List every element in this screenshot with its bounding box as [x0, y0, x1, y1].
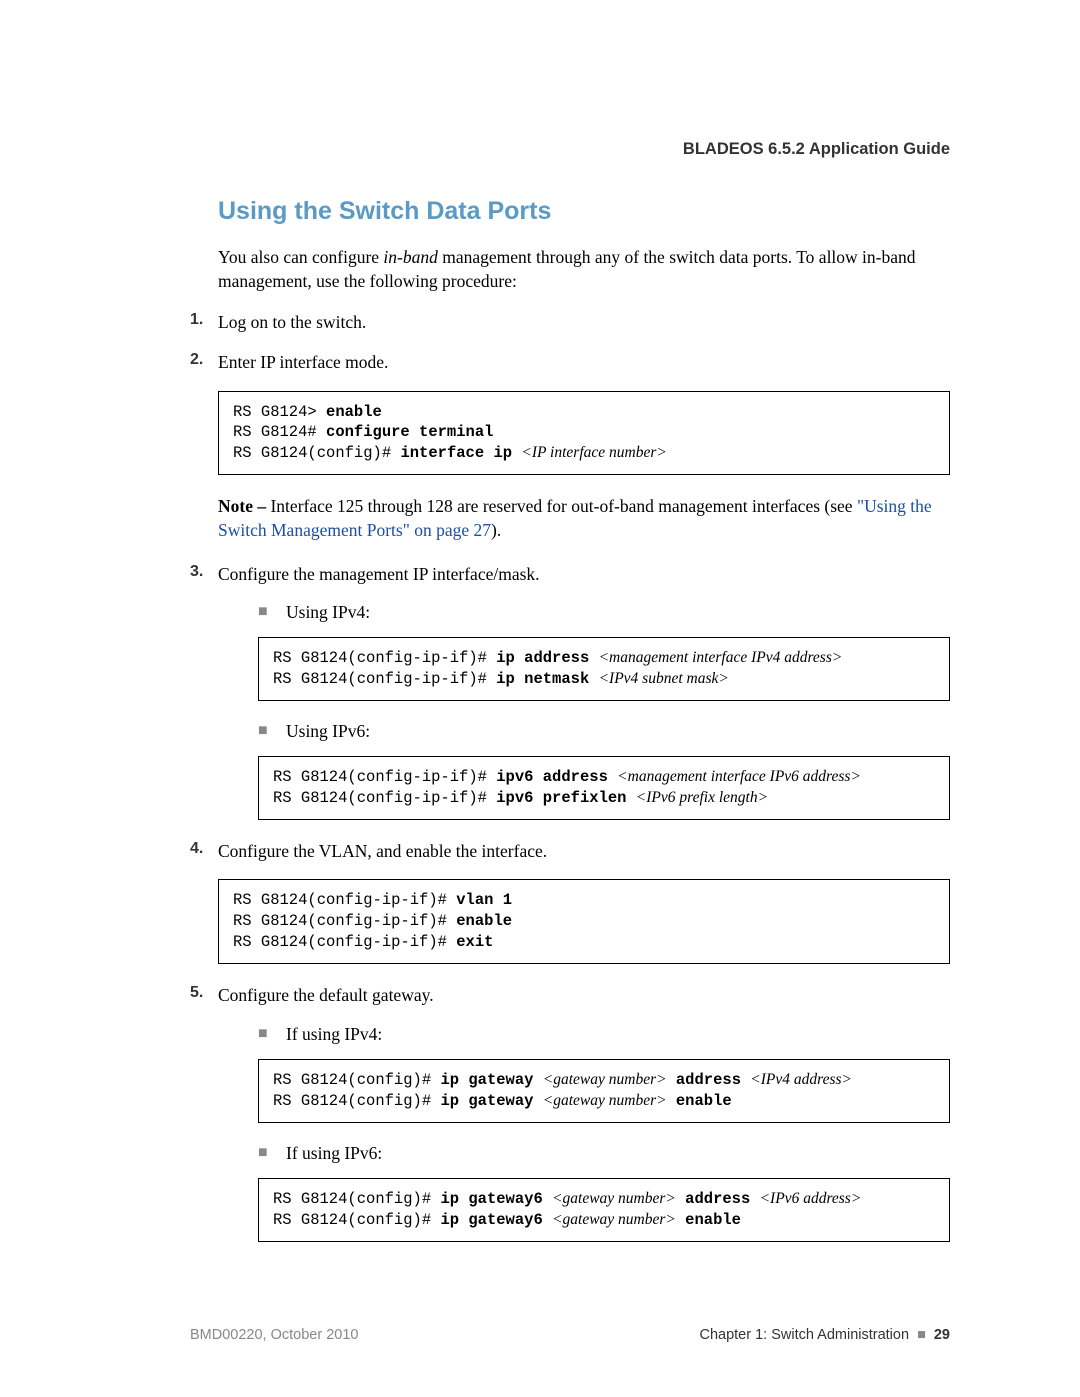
code-command: enable — [676, 1211, 741, 1229]
code-prompt: RS G8124(config-ip-if)# — [233, 891, 456, 909]
code-block-gw6: RS G8124(config)# ip gateway6 <gateway n… — [258, 1178, 950, 1242]
step-text: Configure the default gateway. — [218, 984, 950, 1008]
code-prompt: RS G8124(config-ip-if)# — [273, 649, 496, 667]
running-header: BLADEOS 6.5.2 Application Guide — [190, 140, 950, 159]
code-prompt: RS G8124(config-ip-if)# — [233, 933, 456, 951]
step-3: 3. Configure the management IP interface… — [190, 563, 950, 587]
footer-page-number: 29 — [934, 1327, 950, 1343]
step-4: 4. Configure the VLAN, and enable the in… — [190, 840, 950, 864]
step-number: 4. — [190, 840, 218, 864]
step-2: 2. Enter IP interface mode. — [190, 351, 950, 375]
page-footer: BMD00220, October 2010 Chapter 1: Switch… — [190, 1327, 950, 1343]
code-prompt: RS G8124(config)# — [273, 1211, 440, 1229]
step-number: 1. — [190, 311, 218, 335]
code-prompt: RS G8124(config-ip-if)# — [233, 912, 456, 930]
step-text: Configure the VLAN, and enable the inter… — [218, 840, 950, 864]
code-command: configure terminal — [326, 423, 493, 441]
code-command: ip gateway6 — [440, 1211, 552, 1229]
code-param: <IPv4 address> — [750, 1071, 852, 1088]
footer-bullet-icon: ■ — [917, 1327, 926, 1343]
note-block: Note – Interface 125 through 128 are res… — [218, 495, 950, 542]
step-5: 5. Configure the default gateway. — [190, 984, 950, 1008]
code-command: ipv6 prefixlen — [496, 789, 636, 807]
footer-chapter-text: Chapter 1: Switch Administration — [699, 1327, 909, 1343]
square-bullet-icon: ■ — [258, 1143, 286, 1162]
sub-item-if-ipv6: ■ If using IPv6: — [258, 1143, 950, 1164]
code-command: ip gateway — [440, 1071, 542, 1089]
code-prompt: RS G8124(config)# — [273, 1092, 440, 1110]
sub-item-label: If using IPv4: — [286, 1024, 382, 1045]
note-label: Note – — [218, 496, 270, 516]
sub-item-if-ipv4: ■ If using IPv4: — [258, 1024, 950, 1045]
note-text: Interface 125 through 128 are reserved f… — [270, 496, 856, 516]
intro-paragraph: You also can configure in-band managemen… — [218, 246, 950, 293]
sub-list: ■ Using IPv6: — [258, 721, 950, 742]
footer-doc-id: BMD00220, October 2010 — [190, 1327, 358, 1343]
sub-item-label: Using IPv6: — [286, 721, 370, 742]
code-prompt: RS G8124(config)# — [273, 1190, 440, 1208]
sub-item-label: Using IPv4: — [286, 602, 370, 623]
code-param: <IPv4 subnet mask> — [599, 670, 729, 687]
code-command: enable — [326, 403, 382, 421]
code-param: <gateway number> — [552, 1211, 676, 1228]
code-param: <IPv6 prefix length> — [636, 789, 768, 806]
code-command: ip gateway6 — [440, 1190, 552, 1208]
procedure-list: 1. Log on to the switch. 2. Enter IP int… — [190, 311, 950, 1241]
square-bullet-icon: ■ — [258, 1024, 286, 1043]
square-bullet-icon: ■ — [258, 721, 286, 740]
step-text: Log on to the switch. — [218, 311, 950, 335]
code-prompt: RS G8124(config-ip-if)# — [273, 670, 496, 688]
code-param: <IP interface number> — [521, 444, 666, 461]
code-param: <gateway number> — [552, 1190, 676, 1207]
code-param: <IPv6 address> — [760, 1190, 862, 1207]
code-command: ipv6 address — [496, 768, 617, 786]
section-heading: Using the Switch Data Ports — [218, 197, 950, 226]
sub-list: ■ If using IPv4: — [258, 1024, 950, 1045]
code-prompt: RS G8124(config)# — [233, 444, 400, 462]
code-prompt: RS G8124(config)# — [273, 1071, 440, 1089]
code-param: <gateway number> — [543, 1071, 667, 1088]
code-command: address — [667, 1071, 751, 1089]
footer-chapter: Chapter 1: Switch Administration ■ 29 — [699, 1327, 950, 1343]
code-block-ipv6: RS G8124(config-ip-if)# ipv6 address <ma… — [258, 756, 950, 820]
code-block-vlan: RS G8124(config-ip-if)# vlan 1 RS G8124(… — [218, 879, 950, 964]
sub-item-ipv4: ■ Using IPv4: — [258, 602, 950, 623]
intro-italic: in-band — [383, 247, 437, 267]
code-prompt: RS G8124# — [233, 423, 326, 441]
code-command: vlan 1 — [456, 891, 512, 909]
code-command: ip netmask — [496, 670, 598, 688]
step-number: 3. — [190, 563, 218, 587]
code-command: address — [676, 1190, 760, 1208]
step-1: 1. Log on to the switch. — [190, 311, 950, 335]
code-command: interface ip — [400, 444, 521, 462]
step-number: 5. — [190, 984, 218, 1008]
code-command: ip address — [496, 649, 598, 667]
square-bullet-icon: ■ — [258, 602, 286, 621]
code-prompt: RS G8124> — [233, 403, 326, 421]
step-text: Enter IP interface mode. — [218, 351, 950, 375]
code-command: exit — [456, 933, 493, 951]
code-param: <management interface IPv4 address> — [599, 649, 843, 666]
sub-list: ■ Using IPv4: — [258, 602, 950, 623]
code-block-interface: RS G8124> enable RS G8124# configure ter… — [218, 391, 950, 476]
step-number: 2. — [190, 351, 218, 375]
step-text: Configure the management IP interface/ma… — [218, 563, 950, 587]
code-prompt: RS G8124(config-ip-if)# — [273, 789, 496, 807]
code-command: ip gateway — [440, 1092, 542, 1110]
page-content: BLADEOS 6.5.2 Application Guide Using th… — [0, 0, 1080, 1322]
code-prompt: RS G8124(config-ip-if)# — [273, 768, 496, 786]
code-block-gw4: RS G8124(config)# ip gateway <gateway nu… — [258, 1059, 950, 1123]
code-command: enable — [667, 1092, 732, 1110]
sub-list: ■ If using IPv6: — [258, 1143, 950, 1164]
code-param: <gateway number> — [543, 1092, 667, 1109]
intro-text-a: You also can configure — [218, 247, 383, 267]
code-command: enable — [456, 912, 512, 930]
code-param: <management interface IPv6 address> — [617, 768, 861, 785]
code-block-ipv4: RS G8124(config-ip-if)# ip address <mana… — [258, 637, 950, 701]
note-text-end: ). — [491, 520, 501, 540]
sub-item-ipv6: ■ Using IPv6: — [258, 721, 950, 742]
sub-item-label: If using IPv6: — [286, 1143, 382, 1164]
